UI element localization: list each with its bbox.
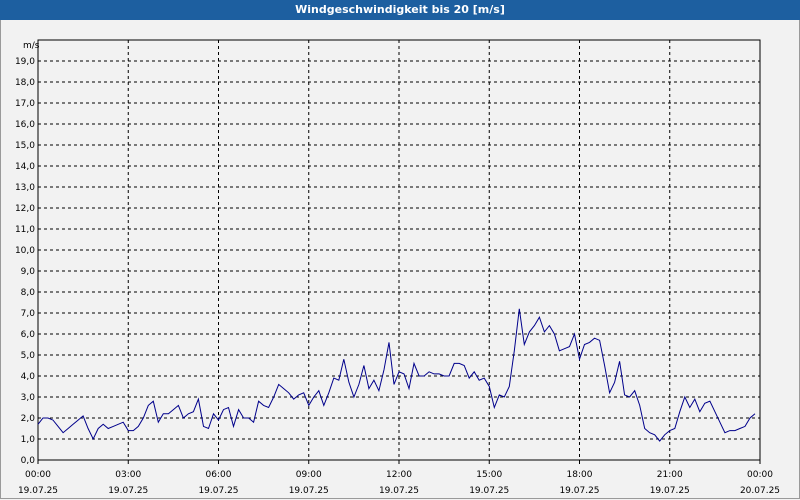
- wind-speed-line: [37, 308, 756, 442]
- y-tick-label: 14,0: [15, 162, 35, 172]
- y-tick-label: 2,0: [21, 414, 36, 424]
- x-tick-date-label: 19.07.25: [198, 486, 238, 496]
- x-tick-time-label: 00:00: [25, 470, 51, 480]
- x-tick-date-label: 19.07.25: [469, 486, 509, 496]
- x-tick-time-label: 15:00: [476, 470, 502, 480]
- wind-speed-chart: 0,0 1,0 2,0 3,0 4,0 5,0 6,0 7,0 8,0 9,0 10,0 11,0 12…: [15, 39, 780, 496]
- y-tick-label: 12,0: [15, 204, 35, 214]
- y-axis-unit-label: m/s: [23, 41, 40, 51]
- x-tick-date-label: 19.07.25: [650, 486, 690, 496]
- x-tick-date-label: 19.07.25: [379, 486, 419, 496]
- x-axis-ticks: 00:00 19.07.25 03:00 19.07.25 06:00 19.07.25 0…: [18, 460, 780, 496]
- x-tick-time-label: 12:00: [386, 470, 412, 480]
- x-tick-time-label: 09:00: [296, 470, 322, 480]
- x-tick-date-label: 19.07.25: [18, 486, 58, 496]
- x-tick-time-label: 03:00: [115, 470, 141, 480]
- x-tick-date-label: 20.07.25: [740, 486, 780, 496]
- x-tick-date-label: 19.07.25: [289, 486, 329, 496]
- x-tick-time-label: 21:00: [657, 470, 683, 480]
- y-tick-label: 11,0: [15, 225, 35, 235]
- x-tick-time-label: 18:00: [567, 470, 593, 480]
- grid-lines: [38, 40, 760, 460]
- y-tick-label: 3,0: [21, 393, 36, 403]
- x-tick-date-label: 19.07.25: [108, 486, 148, 496]
- y-tick-label: 4,0: [21, 372, 36, 382]
- y-tick-label: 7,0: [21, 309, 36, 319]
- y-tick-label: 5,0: [21, 351, 36, 361]
- y-tick-label: 15,0: [15, 141, 35, 151]
- y-tick-label: 16,0: [15, 120, 35, 130]
- y-axis-ticks: 0,0 1,0 2,0 3,0 4,0 5,0 6,0 7,0 8,0 9,0 10,0 11,0 12…: [15, 57, 35, 466]
- y-tick-label: 10,0: [15, 246, 35, 256]
- x-tick-time-label: 06:00: [206, 470, 232, 480]
- x-tick-date-label: 19.07.25: [559, 486, 599, 496]
- y-tick-label: 1,0: [21, 435, 36, 445]
- x-tick-time-label: 00:00: [747, 470, 773, 480]
- y-tick-label: 19,0: [15, 57, 35, 67]
- y-tick-label: 8,0: [21, 288, 36, 298]
- y-tick-label: 17,0: [15, 99, 35, 109]
- y-tick-label: 6,0: [21, 330, 36, 340]
- y-tick-label: 0,0: [21, 456, 36, 466]
- y-tick-label: 9,0: [21, 267, 36, 277]
- y-tick-label: 13,0: [15, 183, 35, 193]
- y-tick-label: 18,0: [15, 78, 35, 88]
